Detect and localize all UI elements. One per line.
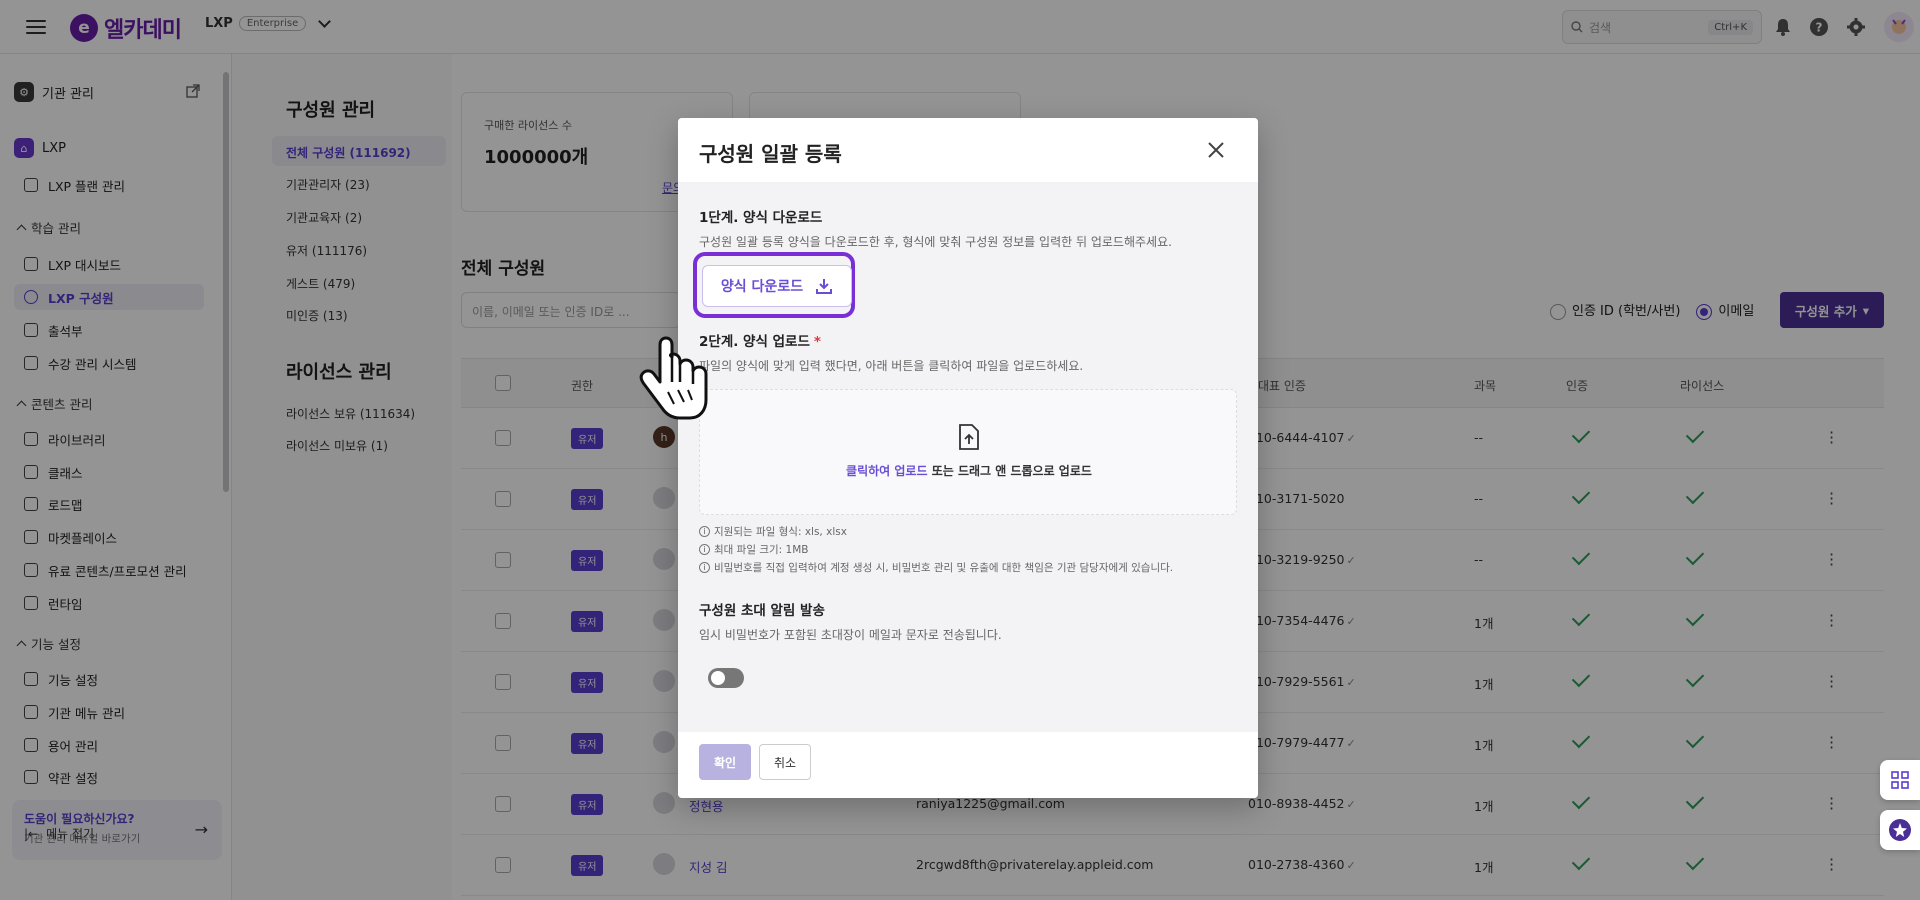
download-template-button[interactable]: 양식 다운로드 bbox=[702, 265, 852, 307]
step2-title: 2단계. 양식 업로드 * bbox=[699, 330, 821, 350]
invite-description: 임시 비밀번호가 포함된 초대장이 메일과 문자로 전송됩니다. bbox=[699, 628, 1002, 642]
grid-icon bbox=[1891, 771, 1909, 789]
close-icon[interactable] bbox=[1204, 138, 1228, 162]
info-icon: i bbox=[699, 544, 710, 555]
step1-title: 1단계. 양식 다운로드 bbox=[699, 210, 823, 226]
toggle-knob bbox=[711, 671, 725, 685]
info-icon: i bbox=[699, 562, 710, 573]
step2-description: 파일의 양식에 맞게 입력 했다면, 아래 버튼을 클릭하여 파일을 업로드하세… bbox=[699, 359, 1084, 373]
file-upload-icon bbox=[959, 424, 979, 450]
star-icon bbox=[1889, 819, 1911, 841]
assistant-button[interactable] bbox=[1880, 810, 1920, 850]
note-text: 비밀번호를 직접 입력하여 계정 생성 시, 비밀번호 관리 및 유출에 대한 … bbox=[714, 562, 1174, 574]
note-text: 최대 파일 크기: 1MB bbox=[714, 544, 809, 556]
confirm-button[interactable]: 확인 bbox=[699, 744, 751, 780]
modal-footer: 확인 취소 bbox=[678, 732, 1258, 798]
cancel-button[interactable]: 취소 bbox=[759, 744, 811, 780]
apps-grid-button[interactable] bbox=[1880, 760, 1920, 800]
file-dropzone[interactable]: 클릭하여 업로드 또는 드래그 앤 드롭으로 업로드 bbox=[699, 389, 1237, 515]
step2-label: 2단계. 양식 업로드 bbox=[699, 334, 810, 350]
required-mark: * bbox=[813, 334, 821, 350]
dropzone-text: 클릭하여 업로드 또는 드래그 앤 드롭으로 업로드 bbox=[700, 462, 1238, 479]
invite-toggle[interactable] bbox=[708, 668, 744, 688]
step1-description: 구성원 일괄 등록 양식을 다운로드한 후, 형식에 맞춰 구성원 정보를 입력… bbox=[699, 235, 1172, 249]
note-size: i 최대 파일 크기: 1MB bbox=[699, 542, 808, 557]
note-text: 지원되는 파일 형식: xls, xlsx bbox=[714, 526, 847, 538]
info-icon: i bbox=[699, 526, 710, 537]
download-label: 양식 다운로드 bbox=[720, 279, 804, 295]
note-formats: i 지원되는 파일 형식: xls, xlsx bbox=[699, 524, 847, 539]
invite-title: 구성원 초대 알림 발송 bbox=[699, 603, 825, 619]
note-password: i 비밀번호를 직접 입력하여 계정 생성 시, 비밀번호 관리 및 유출에 대한… bbox=[699, 560, 1173, 575]
pointer-hand-icon bbox=[639, 336, 708, 420]
modal-title: 구성원 일괄 등록 bbox=[699, 142, 842, 166]
upload-link[interactable]: 클릭하여 업로드 bbox=[846, 464, 927, 478]
download-icon bbox=[816, 279, 833, 294]
bulk-register-modal: 구성원 일괄 등록 1단계. 양식 다운로드 구성원 일괄 등록 양식을 다운로… bbox=[678, 118, 1258, 798]
upload-hint: 또는 드래그 앤 드롭으로 업로드 bbox=[927, 464, 1092, 478]
modal-header: 구성원 일괄 등록 bbox=[678, 118, 1258, 182]
